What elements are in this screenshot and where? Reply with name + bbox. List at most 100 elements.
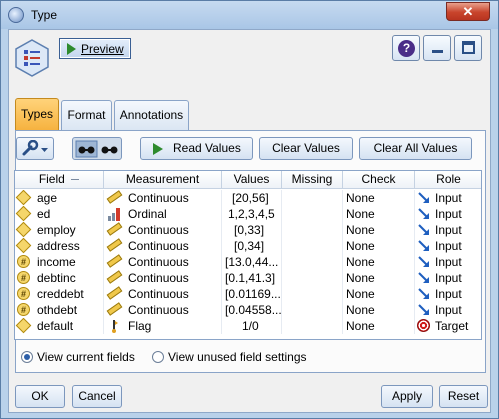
field-cell[interactable]: # debtinc xyxy=(15,270,104,286)
missing-cell[interactable] xyxy=(282,270,343,286)
preview-button[interactable]: Preview xyxy=(59,38,131,59)
missing-cell[interactable] xyxy=(282,302,343,318)
missing-cell[interactable] xyxy=(282,286,343,302)
measurement-cell[interactable]: Ordinal xyxy=(104,206,222,222)
column-header-check[interactable]: Check xyxy=(343,171,415,189)
numeric-hash-icon: # xyxy=(17,303,30,316)
ruler-icon xyxy=(106,238,123,252)
measurement-cell[interactable]: Continuous xyxy=(104,286,222,302)
field-cell[interactable]: address xyxy=(15,238,104,254)
field-cell[interactable]: # othdebt xyxy=(15,302,104,318)
table-row[interactable]: ed Ordinal 1,2,3,4,5 None Input xyxy=(15,206,481,222)
role-cell[interactable]: Input xyxy=(415,270,481,286)
column-header-role[interactable]: Role xyxy=(415,171,481,189)
role-cell[interactable]: Input xyxy=(415,302,481,318)
field-cell[interactable]: # creddebt xyxy=(15,286,104,302)
missing-cell[interactable] xyxy=(282,206,343,222)
minimize-panel-button[interactable] xyxy=(423,35,451,61)
values-cell[interactable]: 1/0 xyxy=(222,318,282,334)
help-button[interactable]: ? xyxy=(392,35,420,61)
view-toggle-buttons[interactable] xyxy=(72,137,122,160)
check-cell[interactable]: None xyxy=(343,302,415,318)
ok-button[interactable]: OK xyxy=(15,385,65,408)
tools-menu-button[interactable] xyxy=(16,137,54,160)
measurement-cell[interactable]: Continuous xyxy=(104,302,222,318)
column-header-values[interactable]: Values xyxy=(222,171,282,189)
table-row[interactable]: # creddebt Continuous [0.01169... None In… xyxy=(15,286,481,302)
tab-format[interactable]: Format xyxy=(61,100,112,130)
clear-values-button[interactable]: Clear Values xyxy=(259,137,353,160)
role-cell[interactable]: Input xyxy=(415,254,481,270)
view-current-fields-option[interactable]: View current fields xyxy=(21,350,151,366)
read-values-label: Read Values xyxy=(173,141,241,155)
cancel-button[interactable]: Cancel xyxy=(72,385,122,408)
measurement-cell[interactable]: Continuous xyxy=(104,222,222,238)
role-cell[interactable]: Input xyxy=(415,206,481,222)
table-row[interactable]: default Flag 1/0 None Target xyxy=(15,318,481,334)
role-cell[interactable]: Input xyxy=(415,286,481,302)
check-cell[interactable]: None xyxy=(343,206,415,222)
measurement-cell[interactable]: Continuous xyxy=(104,238,222,254)
ruler-icon xyxy=(106,302,123,316)
values-cell[interactable]: [13.0,44... xyxy=(222,254,282,270)
field-cell[interactable]: employ xyxy=(15,222,104,238)
values-cell[interactable]: [0.04558... xyxy=(222,302,282,318)
reset-button[interactable]: Reset xyxy=(439,385,488,408)
table-row[interactable]: age Continuous [20,56] None Input xyxy=(15,190,481,206)
role-cell[interactable]: Input xyxy=(415,222,481,238)
column-header-missing[interactable]: Missing xyxy=(282,171,343,189)
field-cell[interactable]: ed xyxy=(15,206,104,222)
values-cell[interactable]: [0.1,41.3] xyxy=(222,270,282,286)
input-arrow-icon xyxy=(418,288,429,299)
tab-types[interactable]: Types xyxy=(15,98,59,130)
ruler-icon xyxy=(106,222,123,236)
check-cell[interactable]: None xyxy=(343,318,415,334)
table-row[interactable]: # othdebt Continuous [0.04558... None Inp… xyxy=(15,302,481,318)
maximize-panel-button[interactable] xyxy=(454,35,482,61)
table-row[interactable]: # income Continuous [13.0,44... None Inpu… xyxy=(15,254,481,270)
role-cell[interactable]: Target xyxy=(415,318,481,334)
clear-all-values-button[interactable]: Clear All Values xyxy=(359,137,472,160)
role-cell[interactable]: Input xyxy=(415,238,481,254)
glasses-icon xyxy=(75,140,118,158)
measurement-cell[interactable]: Continuous xyxy=(104,190,222,206)
field-cell[interactable]: default xyxy=(15,318,104,334)
check-cell[interactable]: None xyxy=(343,270,415,286)
missing-cell[interactable] xyxy=(282,238,343,254)
ruler-icon xyxy=(106,286,123,300)
measurement-cell[interactable]: Continuous xyxy=(104,254,222,270)
values-cell[interactable]: [0,34] xyxy=(222,238,282,254)
measurement-cell[interactable]: Continuous xyxy=(104,270,222,286)
column-header-field[interactable]: Field xyxy=(15,171,104,189)
numeric-hash-icon: # xyxy=(17,255,30,268)
check-cell[interactable]: None xyxy=(343,190,415,206)
table-row[interactable]: employ Continuous [0,33] None Input xyxy=(15,222,481,238)
check-cell[interactable]: None xyxy=(343,254,415,270)
tab-annotations[interactable]: Annotations xyxy=(114,100,189,130)
values-cell[interactable]: 1,2,3,4,5 xyxy=(222,206,282,222)
field-cell[interactable]: # income xyxy=(15,254,104,270)
help-icon: ? xyxy=(398,40,415,57)
missing-cell[interactable] xyxy=(282,222,343,238)
measurement-cell[interactable]: Flag xyxy=(104,318,222,334)
table-row[interactable]: address Continuous [0,34] None Input xyxy=(15,238,481,254)
close-button[interactable]: ✕ xyxy=(446,2,490,21)
check-cell[interactable]: None xyxy=(343,286,415,302)
values-cell[interactable]: [0.01169... xyxy=(222,286,282,302)
missing-cell[interactable] xyxy=(282,254,343,270)
apply-button[interactable]: Apply xyxy=(381,385,433,408)
role-cell[interactable]: Input xyxy=(415,190,481,206)
title-bar[interactable]: Type ✕ xyxy=(1,1,498,29)
view-unused-field-settings-option[interactable]: View unused field settings xyxy=(152,350,322,366)
ruler-icon xyxy=(106,190,123,204)
check-cell[interactable]: None xyxy=(343,222,415,238)
field-cell[interactable]: age xyxy=(15,190,104,206)
read-values-button[interactable]: Read Values xyxy=(140,137,253,160)
table-row[interactable]: # debtinc Continuous [0.1,41.3] None Inpu… xyxy=(15,270,481,286)
values-cell[interactable]: [0,33] xyxy=(222,222,282,238)
missing-cell[interactable] xyxy=(282,318,343,334)
column-header-measurement[interactable]: Measurement xyxy=(104,171,222,189)
values-cell[interactable]: [20,56] xyxy=(222,190,282,206)
missing-cell[interactable] xyxy=(282,190,343,206)
check-cell[interactable]: None xyxy=(343,238,415,254)
